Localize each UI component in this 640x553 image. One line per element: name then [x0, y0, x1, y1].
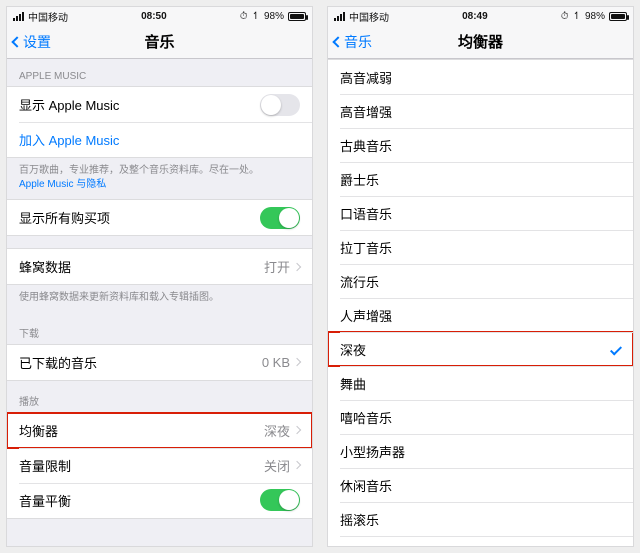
eq-option[interactable]: 高音减弱	[328, 60, 633, 94]
section-header-apple-music: APPLE MUSIC	[7, 59, 312, 86]
eq-option[interactable]: 摇滚乐	[328, 502, 633, 536]
eq-option[interactable]: 古典音乐	[328, 128, 633, 162]
cellular-note: 使用蜂窝数据来更新资料库和载入专辑插图。	[7, 285, 312, 313]
clock: 08:50	[141, 11, 167, 22]
eq-option-label: 原声	[340, 544, 621, 547]
eq-option[interactable]: 嘻哈音乐	[328, 400, 633, 434]
sound-check-label: 音量平衡	[19, 491, 260, 510]
eq-option-label: 口语音乐	[340, 204, 621, 223]
eq-option-label: 高音增强	[340, 102, 621, 121]
section-header-downloads: 下载	[7, 313, 312, 344]
nav-bar: 音乐 均衡器	[328, 25, 633, 59]
eq-option[interactable]: 拉丁音乐	[328, 230, 633, 264]
signal-icon	[334, 12, 345, 21]
eq-option[interactable]: 爵士乐	[328, 162, 633, 196]
eq-option[interactable]: 原声	[328, 536, 633, 546]
nav-bar: 设置 音乐	[7, 25, 312, 59]
equalizer-value: 深夜	[264, 421, 290, 440]
battery-icon	[609, 12, 627, 21]
apple-music-privacy-link[interactable]: Apple Music 与隐私	[19, 179, 106, 190]
row-join-apple-music[interactable]: 加入 Apple Music	[7, 122, 312, 157]
eq-option[interactable]: 小型扬声器	[328, 434, 633, 468]
eq-option-label: 深夜	[340, 340, 613, 359]
volume-limit-value: 关闭	[264, 456, 290, 475]
chevron-right-icon	[293, 358, 301, 366]
show-all-purchases-label: 显示所有购买项	[19, 208, 260, 227]
eq-option[interactable]: 休闲音乐	[328, 468, 633, 502]
back-label: 音乐	[344, 32, 372, 52]
page-title: 均衡器	[328, 31, 633, 52]
location-arrow-icon: ↿	[252, 11, 260, 22]
show-apple-music-label: 显示 Apple Music	[19, 95, 260, 114]
equalizer-screen: 中国移动 08:49 ⏱ ↿ 98% 音乐 均衡器 高音减弱高音增强古典音乐爵士…	[327, 6, 634, 547]
equalizer-list: 高音减弱高音增强古典音乐爵士乐口语音乐拉丁音乐流行乐人声增强深夜舞曲嘻哈音乐小型…	[328, 59, 633, 546]
eq-option-label: 流行乐	[340, 272, 621, 291]
cellular-data-value: 打开	[264, 257, 290, 276]
sound-check-switch[interactable]	[260, 489, 300, 511]
eq-option-label: 嘻哈音乐	[340, 408, 621, 427]
eq-option-label: 高音减弱	[340, 68, 621, 87]
carrier-label: 中国移动	[349, 9, 389, 24]
volume-limit-label: 音量限制	[19, 456, 264, 475]
row-volume-limit[interactable]: 音量限制 关闭	[7, 448, 312, 483]
carrier-label: 中国移动	[28, 9, 68, 24]
back-label: 设置	[23, 32, 51, 52]
downloaded-music-label: 已下载的音乐	[19, 353, 262, 372]
back-button[interactable]: 设置	[13, 32, 51, 52]
battery-icon	[288, 12, 306, 21]
join-apple-music-label: 加入 Apple Music	[19, 130, 300, 149]
eq-option-label: 摇滚乐	[340, 510, 621, 529]
show-apple-music-switch[interactable]	[260, 94, 300, 116]
eq-option[interactable]: 口语音乐	[328, 196, 633, 230]
status-bar: 中国移动 08:49 ⏱ ↿ 98%	[328, 7, 633, 25]
eq-option-label: 休闲音乐	[340, 476, 621, 495]
row-show-apple-music[interactable]: 显示 Apple Music	[7, 87, 312, 122]
chevron-left-icon	[332, 36, 343, 47]
row-cellular-data[interactable]: 蜂窝数据 打开	[7, 249, 312, 284]
alarm-icon: ⏱	[561, 11, 569, 22]
equalizer-label: 均衡器	[19, 421, 264, 440]
alarm-icon: ⏱	[240, 11, 248, 22]
cellular-data-label: 蜂窝数据	[19, 257, 264, 276]
location-arrow-icon: ↿	[573, 11, 581, 22]
row-downloaded-music[interactable]: 已下载的音乐 0 KB	[7, 345, 312, 380]
eq-option-label: 爵士乐	[340, 170, 621, 189]
apple-music-note: 百万歌曲，专业推荐，及整个音乐资料库。尽在一处。 Apple Music 与隐私	[7, 158, 312, 199]
page-title: 音乐	[7, 31, 312, 52]
chevron-right-icon	[293, 461, 301, 469]
chevron-right-icon	[293, 262, 301, 270]
downloaded-music-value: 0 KB	[262, 355, 290, 370]
signal-icon	[13, 12, 24, 21]
battery-percent: 98%	[264, 11, 284, 22]
back-button[interactable]: 音乐	[334, 32, 372, 52]
battery-percent: 98%	[585, 11, 605, 22]
eq-option[interactable]: 舞曲	[328, 366, 633, 400]
row-equalizer[interactable]: 均衡器 深夜	[7, 413, 312, 448]
eq-option-label: 小型扬声器	[340, 442, 621, 461]
eq-option[interactable]: 人声增强	[328, 298, 633, 332]
eq-option[interactable]: 深夜	[328, 332, 633, 366]
chevron-right-icon	[293, 426, 301, 434]
chevron-left-icon	[11, 36, 22, 47]
row-sound-check[interactable]: 音量平衡	[7, 483, 312, 518]
clock: 08:49	[462, 11, 488, 22]
eq-option-label: 人声增强	[340, 306, 621, 325]
eq-option-label: 舞曲	[340, 374, 621, 393]
settings-music-screen: 中国移动 08:50 ⏱ ↿ 98% 设置 音乐 APPLE MUSIC 显示 …	[6, 6, 313, 547]
row-show-all-purchases[interactable]: 显示所有购买项	[7, 200, 312, 235]
status-bar: 中国移动 08:50 ⏱ ↿ 98%	[7, 7, 312, 25]
eq-option[interactable]: 流行乐	[328, 264, 633, 298]
section-header-playback: 播放	[7, 381, 312, 412]
eq-option-label: 古典音乐	[340, 136, 621, 155]
show-all-purchases-switch[interactable]	[260, 207, 300, 229]
eq-option-label: 拉丁音乐	[340, 238, 621, 257]
eq-option[interactable]: 高音增强	[328, 94, 633, 128]
